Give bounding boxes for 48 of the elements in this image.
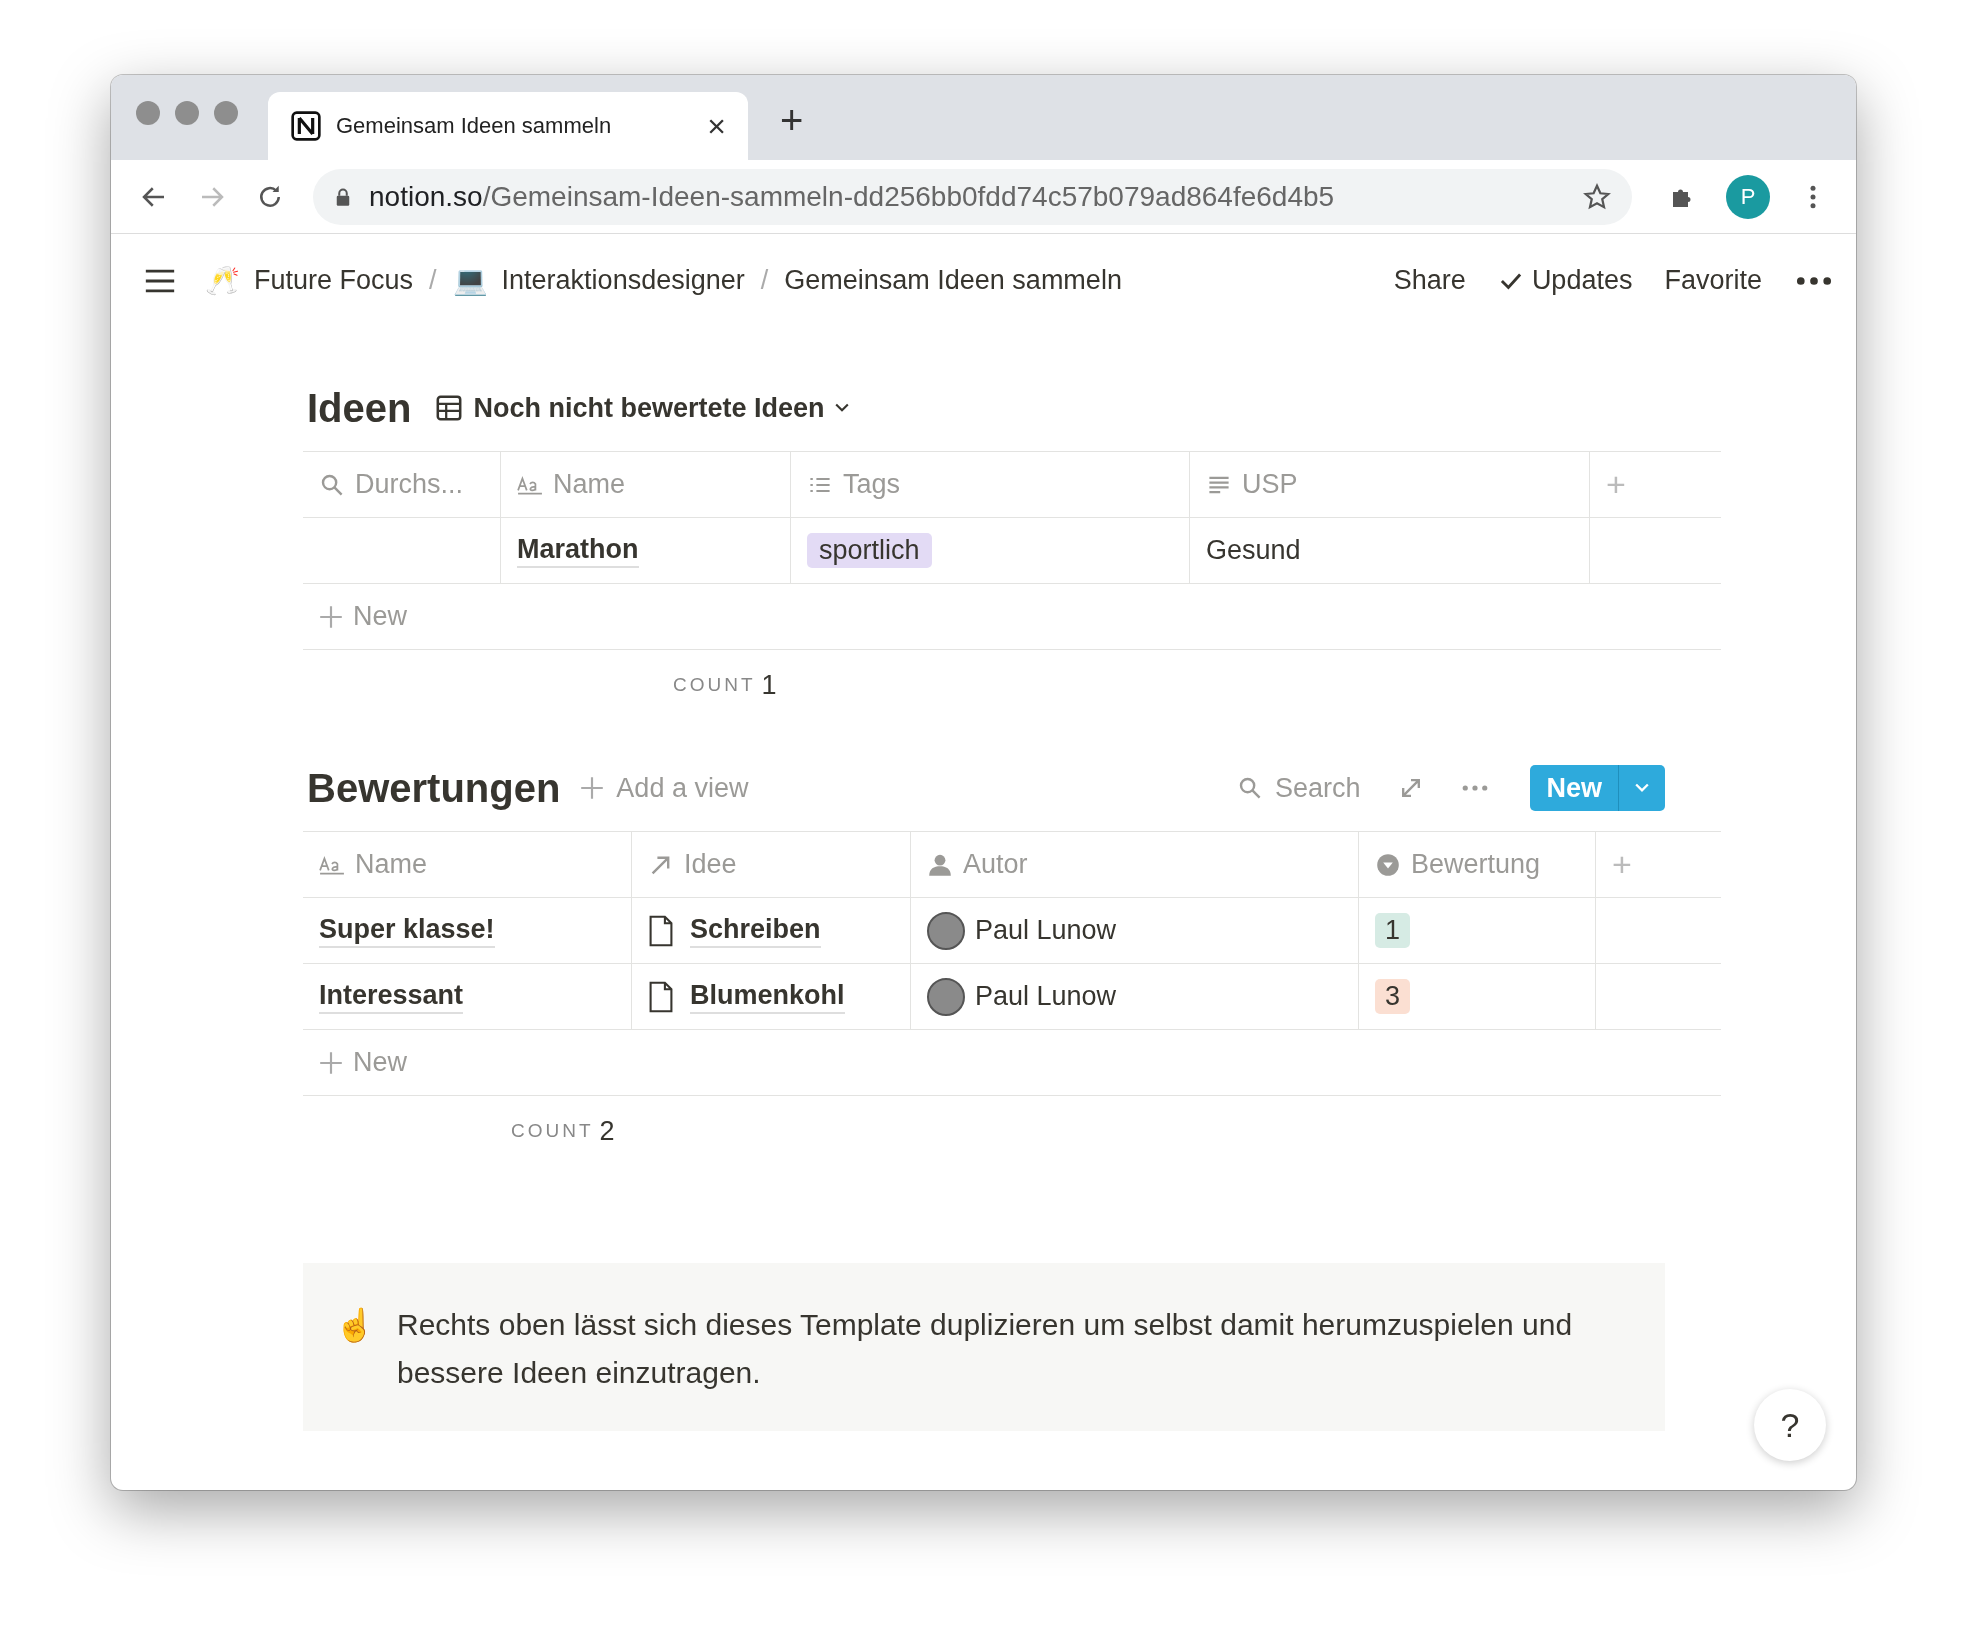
chevron-down-icon [834,403,849,413]
page-title-link[interactable]: Marathon [517,533,639,568]
rating-tag: 1 [1375,913,1411,948]
plus-icon [319,1050,343,1075]
search-icon [319,472,345,497]
new-tab-button[interactable]: + [780,98,804,143]
callout-text: Rechts oben lässt sich dieses Template duplizieren um selbst damit herumzuspielen und bessere Ideen einzutragen. [397,1307,1574,1391]
plus-icon [580,776,605,800]
breadcrumb-link[interactable]: 🥂 Future Focus [205,264,414,297]
page-title-link[interactable]: Super klasse! [319,913,495,948]
table-cell: Gesund [1206,535,1301,566]
table-icon [435,394,464,422]
favorite-button[interactable]: Favorite [1664,265,1762,296]
breadcrumb-separator: / [429,265,437,296]
close-tab-button[interactable]: × [707,107,726,145]
logo-icon [290,110,322,142]
address-bar[interactable]: notion.so/Gemeinsam-Ideen-sammeln-dd256bb0fdd74c57b079ad864fe6d4b5 [313,168,1632,225]
help-button[interactable]: ? [1754,1389,1826,1461]
person-name: Paul Lunow [975,981,1117,1012]
relation-link[interactable]: Blumenkohl [690,979,845,1014]
rating-tag: 3 [1375,979,1411,1014]
tag-chip: sportlich [807,533,932,568]
document-icon [648,980,674,1013]
more-icon[interactable] [1796,274,1832,287]
page-title-link[interactable]: Interessant [319,979,464,1014]
breadcrumb-link[interactable]: 💻 Interaktionsdesigner [452,264,745,297]
database-title: Bewertungen [307,765,561,811]
breadcrumb-separator: / [760,265,769,296]
count-summary: COUNT 2 [510,1114,616,1148]
relation-link[interactable]: Schreiben [690,913,821,948]
updates-button[interactable]: Updates [1497,265,1633,296]
view-selector[interactable]: Noch nicht bewertete Ideen [435,392,849,424]
pointing-hand-icon: ☝ [335,1301,375,1397]
breadcrumb-link[interactable]: Gemeinsam Ideen sammeln [784,265,1122,296]
avatar [927,977,965,1016]
plus-icon [319,604,343,629]
dropdown-circle-icon [1375,852,1401,877]
browser-tab[interactable]: Gemeinsam Ideen sammeln × [268,92,748,160]
person-name: Paul Lunow [975,915,1117,946]
share-button[interactable]: Share [1393,265,1466,296]
database-title: Ideen [307,385,412,431]
document-icon [648,914,674,947]
person-icon [927,852,953,877]
chevron-down-icon [1635,783,1649,793]
bookmark-star-icon[interactable] [1582,181,1612,212]
avatar [927,911,965,950]
count-summary: COUNT 1 [672,668,778,702]
tab-title: Gemeinsam Ideen sammeln [336,113,613,139]
